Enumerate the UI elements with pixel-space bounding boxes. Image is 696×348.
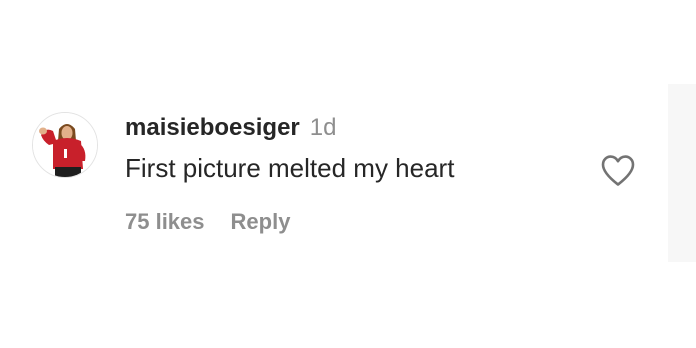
comment-header: maisieboesiger 1d — [125, 114, 336, 148]
comment-actions: 75 likes Reply — [125, 209, 290, 235]
likes-count[interactable]: 75 likes — [125, 209, 205, 235]
comment-text: First picture melted my heart — [125, 153, 455, 183]
reply-button[interactable]: Reply — [231, 209, 291, 235]
username-link[interactable]: maisieboesiger — [125, 114, 300, 142]
avatar-photo — [33, 113, 97, 177]
heart-icon[interactable] — [600, 154, 636, 187]
avatar[interactable] — [32, 112, 98, 178]
timestamp[interactable]: 1d — [310, 114, 337, 142]
comment-item: maisieboesiger 1d First picture melted m… — [0, 0, 696, 348]
heart-outline-icon — [601, 155, 635, 186]
